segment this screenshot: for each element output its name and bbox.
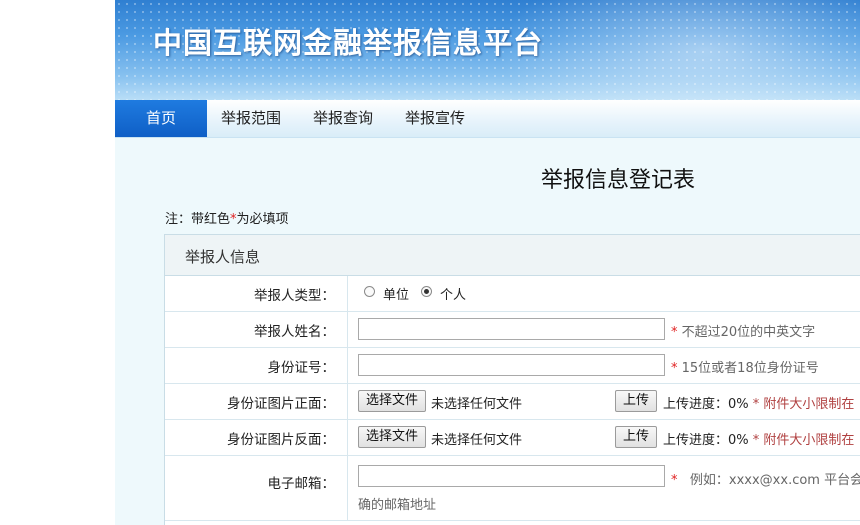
name-hint: * 不超过20位的中英文字 — [671, 321, 815, 340]
email-hint-text: 例如：xxxx@xx.com 平台会 — [689, 473, 860, 488]
reporter-info-panel: 举报人信息 举报人类型： 单位 个人 举报人姓名： * 不超过20位的中英文字 … — [164, 234, 860, 525]
name-hint-text: 不超过20位的中英文字 — [681, 325, 816, 340]
upload-back-progress: 上传进度：0% * 附件大小限制在 — [663, 429, 854, 448]
back-hint-text: 附件大小限制在 — [763, 433, 855, 448]
id-number-input[interactable] — [358, 354, 665, 376]
note-suffix: 为必填项 — [236, 212, 289, 227]
choose-file-back-button[interactable]: 选择文件 — [358, 426, 427, 448]
nav-item-home[interactable]: 首页 — [115, 100, 207, 137]
page: 中国互联网金融举报信息平台 首页 举报范围 举报查询 举报宣传 举报信息登记表 … — [115, 0, 860, 525]
nav-item-query[interactable]: 举报查询 — [313, 100, 373, 137]
choose-file-front-button[interactable]: 选择文件 — [358, 390, 427, 412]
id-hint-text: 15位或者18位身份证号 — [681, 361, 819, 376]
email-label: 电子邮箱： — [267, 476, 336, 492]
email-hint-continued: 确的邮箱地址 — [358, 498, 437, 513]
row-id-front: 身份证图片正面： 选择文件 未选择任何文件 上传 上传进度：0% * 附件大小限… — [165, 384, 860, 420]
label-cell: 举报人姓名： — [165, 312, 348, 347]
row-reporter-name: 举报人姓名： * 不超过20位的中英文字 — [165, 312, 860, 348]
required-star: * — [752, 433, 760, 448]
main-nav: 首页 举报范围 举报查询 举报宣传 — [115, 100, 860, 138]
radio-individual[interactable] — [421, 286, 432, 297]
label-cell: 举报人类型： — [165, 276, 348, 311]
reporter-type-label: 举报人类型： — [254, 287, 335, 304]
required-star: * — [671, 361, 678, 376]
reporter-name-input[interactable] — [358, 318, 665, 340]
header-banner: 中国互联网金融举报信息平台 — [115, 0, 860, 100]
required-star: * — [671, 473, 678, 488]
required-star: * — [752, 397, 760, 412]
upload-back-button[interactable]: 上传 — [615, 426, 658, 448]
upload-front-button[interactable]: 上传 — [615, 390, 658, 412]
front-hint-text: 附件大小限制在 — [763, 397, 855, 412]
reporter-name-label: 举报人姓名： — [254, 323, 335, 340]
site-title: 中国互联网金融举报信息平台 — [153, 26, 544, 60]
radio-unit[interactable] — [364, 286, 375, 297]
radio-individual-label[interactable]: 个人 — [440, 284, 466, 303]
row-id-number: 身份证号： * 15位或者18位身份证号 — [165, 348, 860, 384]
required-note: 注：带红色*为必填项 — [165, 208, 289, 227]
id-back-label: 身份证图片反面： — [227, 431, 335, 448]
upload-front-progress: 上传进度：0% * 附件大小限制在 — [663, 393, 854, 412]
nav-item-scope[interactable]: 举报范围 — [221, 100, 281, 137]
required-star: * — [671, 325, 678, 340]
id-number-label: 身份证号： — [267, 359, 336, 376]
back-hint: * 附件大小限制在 — [753, 433, 855, 448]
row-reporter-type: 举报人类型： 单位 个人 — [165, 276, 860, 312]
label-cell: 身份证号： — [165, 348, 348, 383]
no-file-front-text: 未选择任何文件 — [431, 397, 523, 412]
section-header: 举报人信息 — [165, 235, 860, 276]
email-hint: * 例如：xxxx@xx.com 平台会 — [671, 469, 860, 488]
section-title: 举报人信息 — [185, 248, 261, 266]
label-cell: 电子邮箱： — [165, 456, 348, 520]
email-input[interactable] — [358, 465, 665, 487]
progress-text: 上传进度：0% — [663, 433, 749, 448]
row-email: 电子邮箱： * 例如：xxxx@xx.com 平台会 确的邮箱地址 — [165, 456, 860, 521]
label-cell: 身份证图片反面： — [165, 420, 348, 455]
progress-text: 上传进度：0% — [663, 397, 749, 412]
no-file-back-text: 未选择任何文件 — [431, 433, 523, 448]
form-title: 举报信息登记表 — [541, 168, 696, 193]
row-id-back: 身份证图片反面： 选择文件 未选择任何文件 上传 上传进度：0% * 附件大小限… — [165, 420, 860, 456]
nav-item-publicity[interactable]: 举报宣传 — [405, 100, 465, 137]
front-hint: * 附件大小限制在 — [753, 397, 855, 412]
id-hint: * 15位或者18位身份证号 — [671, 357, 819, 376]
id-front-label: 身份证图片正面： — [227, 395, 335, 412]
label-cell: 身份证图片正面： — [165, 384, 348, 419]
radio-unit-label[interactable]: 单位 — [383, 284, 409, 303]
note-prefix: 注：带红色 — [165, 212, 231, 227]
